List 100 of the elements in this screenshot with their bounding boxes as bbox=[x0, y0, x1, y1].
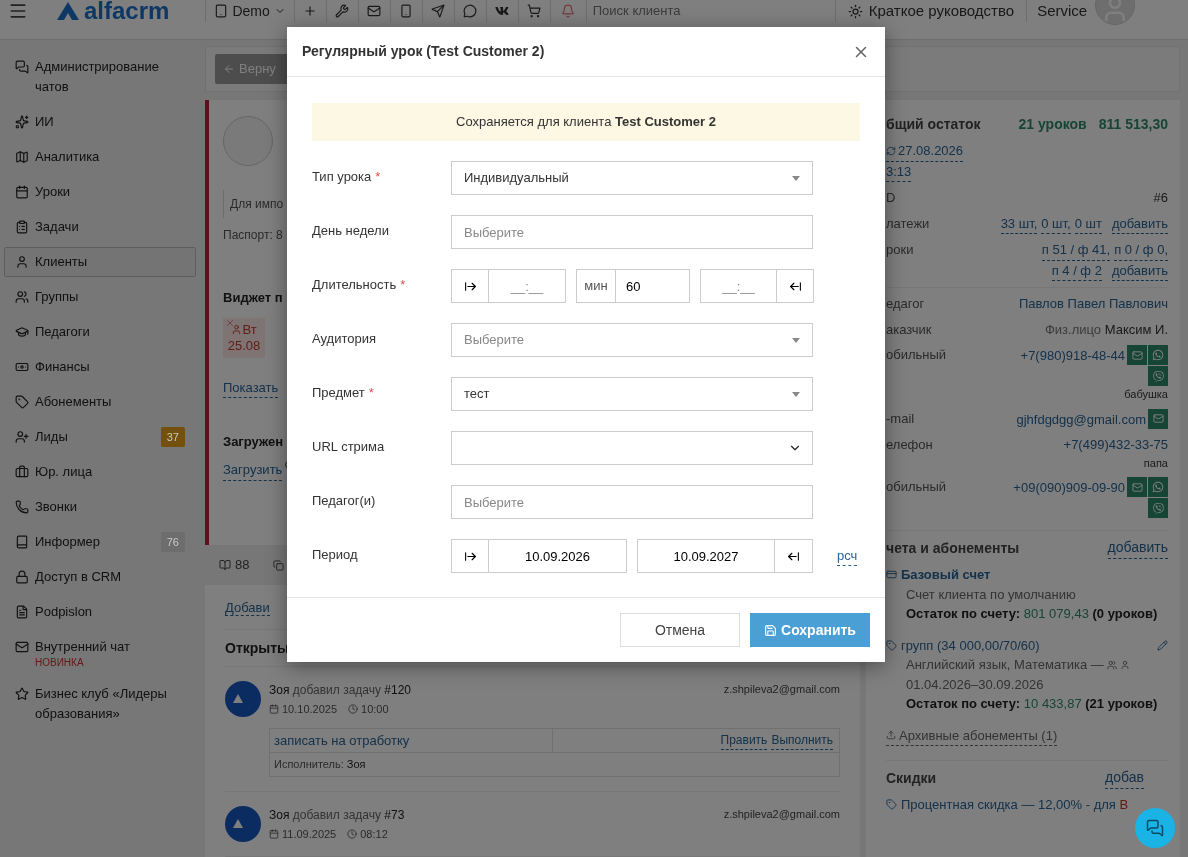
input-field[interactable]: Выберите bbox=[451, 215, 813, 249]
add-link[interactable]: добавить bbox=[1111, 213, 1168, 234]
info-label: -mail bbox=[886, 409, 915, 428]
field-label: Тип урока bbox=[312, 168, 372, 186]
task-date: 11.09.2025 bbox=[282, 826, 337, 842]
info-value: #6 bbox=[1153, 189, 1168, 207]
account-balance: Остаток по счету: 10 433,87 (21 уроков) bbox=[906, 695, 1159, 713]
info-label: обильный bbox=[886, 346, 947, 364]
phone-link[interactable]: +09(090)909-09-90 bbox=[1013, 478, 1125, 498]
select-field[interactable]: Выберите bbox=[451, 323, 813, 357]
edit-link[interactable]: Править bbox=[720, 730, 768, 750]
task-title[interactable]: записать на отработку bbox=[270, 728, 553, 752]
sidebar-item[interactable]: Podpislon bbox=[4, 597, 196, 627]
field-label: Период bbox=[312, 546, 358, 564]
upload-link[interactable]: Загрузить bbox=[223, 460, 283, 481]
section-title: Открыты bbox=[225, 640, 290, 656]
task-time: 10:00 bbox=[361, 702, 389, 717]
account-dropdown[interactable]: Demo bbox=[205, 0, 295, 22]
time-field[interactable]: __:__ bbox=[700, 269, 777, 303]
add-link[interactable]: добавить bbox=[1111, 260, 1168, 281]
account-name[interactable]: групп (34 000,00/70/60) bbox=[901, 635, 1040, 655]
sidebar-item[interactable]: Группы bbox=[4, 282, 196, 312]
assignee-text: Исполнитель: Зоя bbox=[273, 757, 367, 772]
sidebar-item[interactable]: Финансы bbox=[4, 352, 196, 382]
sync-date[interactable]: 27.08.2026 bbox=[886, 141, 964, 162]
cancel-button[interactable]: Отмена bbox=[620, 613, 740, 647]
count-link[interactable]: п 4 / ф 2 bbox=[1051, 260, 1102, 281]
field-label: Аудитория bbox=[312, 330, 376, 348]
sidebar-item[interactable]: Звонки bbox=[4, 492, 196, 522]
count-link[interactable]: п 0 / ф 0, bbox=[1114, 240, 1168, 261]
account-period: 01.04.2026–30.09.2026 bbox=[906, 675, 1045, 694]
field-label: День недели bbox=[312, 222, 389, 240]
widget-title: Виджет п bbox=[223, 289, 283, 307]
count-link[interactable]: п 51 / ф 41, bbox=[1041, 240, 1111, 261]
sidebar-item[interactable]: Уроки bbox=[4, 177, 196, 207]
summary-title: бщий остаток bbox=[886, 115, 981, 134]
sidebar-item[interactable]: Бизнес клуб «Лидеры образования» bbox=[4, 679, 196, 729]
sidebar-item[interactable]: ИИ bbox=[4, 107, 196, 137]
lesson-chip[interactable]: Вт 25.08 bbox=[223, 317, 265, 358]
sidebar-item[interactable]: Абонементы bbox=[4, 387, 196, 417]
task-heading: Зоя добавил задачу #73 bbox=[269, 806, 405, 824]
sidebar-item[interactable]: Внутренний чат НОВИНКА bbox=[4, 632, 196, 674]
account-name[interactable]: Базовый счет bbox=[901, 565, 991, 585]
dialog-title: Регулярный урок (Test Customer 2) bbox=[302, 42, 545, 61]
input-field[interactable]: Выберите bbox=[451, 485, 813, 519]
sidebar-item[interactable]: Информер 76 bbox=[4, 527, 196, 557]
account-description: Счет клиента по умолчанию bbox=[906, 585, 1076, 604]
period-link[interactable]: рсч bbox=[837, 545, 858, 567]
tab-count[interactable]: 88 bbox=[235, 555, 250, 575]
info-label: латежи bbox=[886, 214, 930, 233]
select-field[interactable]: тест bbox=[451, 377, 813, 411]
task-heading: Зоя добавил задачу #120 bbox=[269, 682, 411, 699]
sidebar-item[interactable]: Юр. лица bbox=[4, 457, 196, 487]
guide-button[interactable]: Краткое руководство bbox=[834, 0, 1028, 22]
sidebar-item[interactable]: Клиенты bbox=[4, 247, 196, 277]
date-field[interactable]: 10.09.2026 bbox=[489, 539, 627, 573]
info-link[interactable]: Павлов Павел Павлович bbox=[1018, 294, 1168, 314]
sidebar-item[interactable]: Педагоги bbox=[4, 317, 196, 347]
add-link[interactable]: Добави bbox=[225, 600, 270, 616]
required-mark: * bbox=[400, 276, 406, 294]
required-mark: * bbox=[368, 384, 374, 402]
search-field[interactable]: Поиск клиента bbox=[592, 1, 823, 21]
select-field[interactable]: Индивидуальный bbox=[451, 161, 813, 195]
contact-note: папа bbox=[1143, 455, 1168, 471]
add-link[interactable]: добав bbox=[1105, 767, 1144, 789]
add-link[interactable]: добавить bbox=[1107, 537, 1168, 559]
contact-note: бабушка bbox=[1124, 387, 1168, 402]
count-link[interactable]: 0 шт, bbox=[1041, 213, 1071, 234]
sidebar-item[interactable]: Администрирование чатов bbox=[4, 52, 196, 102]
account-balance: Остаток по счету: 801 079,43 (0 уроков) bbox=[906, 605, 1159, 623]
phone-link[interactable]: +7(980)918-48-44 bbox=[1020, 346, 1125, 366]
field-label: Педагог(и) bbox=[312, 492, 376, 510]
note-field: Для импо bbox=[223, 190, 284, 218]
info-label: елефон bbox=[886, 436, 933, 454]
logo-text: alfacrm bbox=[84, 0, 170, 23]
discount-name[interactable]: Процентная скидка — 12,00% - для В bbox=[901, 795, 1129, 815]
new-label: НОВИНКА bbox=[35, 657, 85, 669]
time-field[interactable]: __:__ bbox=[489, 269, 566, 303]
count-link[interactable]: 33 шт, bbox=[1000, 213, 1038, 234]
notice-banner: Сохраняется для клиента Test Customer 2 bbox=[312, 103, 860, 141]
info-link[interactable]: +7(499)432-33-75 bbox=[1063, 435, 1168, 455]
count-link[interactable]: 0 шт bbox=[1074, 213, 1102, 234]
task-date: 10.10.2025 bbox=[282, 702, 338, 717]
sync-time[interactable]: 3:13 bbox=[886, 161, 912, 182]
sidebar-item[interactable]: Задачи bbox=[4, 212, 196, 242]
lessons-total: 21 уроков bbox=[1018, 115, 1087, 134]
save-button[interactable]: Сохранить bbox=[750, 613, 870, 647]
sidebar-item[interactable]: Лиды 37 bbox=[4, 422, 196, 452]
sidebar-item[interactable]: Аналитика bbox=[4, 142, 196, 172]
complete-link[interactable]: Выполнить bbox=[771, 730, 833, 750]
user-name[interactable]: Service bbox=[1037, 0, 1088, 23]
field-label: Длительность bbox=[312, 276, 397, 294]
minutes-field[interactable]: 60 bbox=[616, 269, 690, 303]
sidebar-item[interactable]: Доступ в CRM bbox=[4, 562, 196, 592]
section-title: Скидки bbox=[886, 768, 937, 788]
email-link[interactable]: gjhfdgdgg@gmail.com bbox=[1016, 409, 1146, 429]
show-link[interactable]: Показать bbox=[223, 377, 279, 398]
archive-link[interactable]: Архивные абонементы (1) bbox=[886, 725, 1058, 746]
info-label: обильный bbox=[886, 478, 947, 496]
date-field[interactable]: 10.09.2027 bbox=[637, 539, 775, 573]
